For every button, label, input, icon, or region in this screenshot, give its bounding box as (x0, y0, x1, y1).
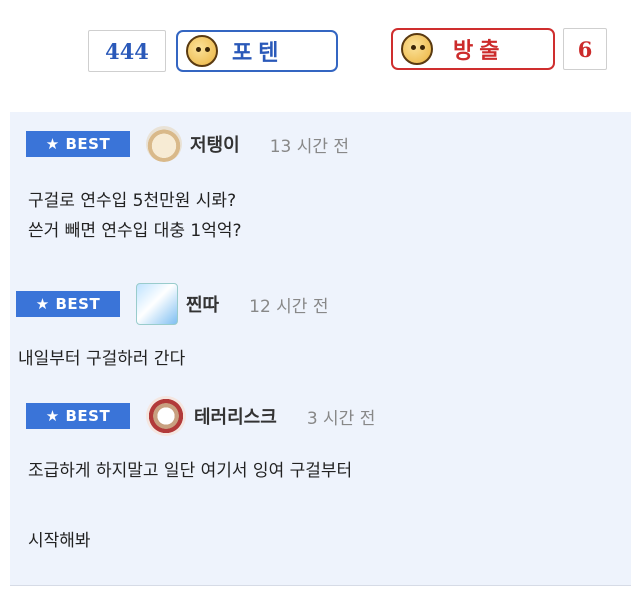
downvote-count: 6 (563, 28, 607, 70)
comment-line: 쓴거 빼면 연수입 대충 1억억? (28, 221, 242, 241)
best-comments-list: ★ BEST 저탱이 13 시간 전 구걸로 연수입 5천만원 시롸? 쓴거 빼… (10, 112, 631, 586)
comment-body: 구걸로 연수입 5천만원 시롸? 쓴거 빼면 연수입 대충 1억억? (28, 186, 631, 246)
downvote-label: 방출 (453, 39, 506, 64)
best-badge: ★ BEST (16, 291, 120, 317)
avatar[interactable] (146, 396, 186, 436)
comment-line: 시작해봐 (28, 531, 91, 551)
comment-line: 구걸로 연수입 5천만원 시롸? (28, 191, 237, 211)
comment-header: ★ BEST 테러리스크 3 시간 전 (10, 396, 631, 436)
comment-author[interactable]: 테러리스크 (194, 403, 277, 429)
comment-time: 12 시간 전 (249, 296, 329, 317)
upvote-label: 포텐 (232, 41, 285, 66)
comment-line: 조급하게 하지말고 일단 여기서 잉여 구걸부터 (28, 461, 353, 481)
upvote-button[interactable]: 포텐 (176, 30, 338, 72)
vote-bar: 444 포텐 방출 6 (0, 0, 631, 100)
upvote-count: 444 (88, 30, 166, 72)
comment-body: 내일부터 구걸하러 간다 (18, 344, 621, 374)
comment-header: ★ BEST 찐따 12 시간 전 (0, 283, 621, 325)
comment-author[interactable]: 저탱이 (190, 131, 240, 157)
comment-line: 내일부터 구걸하러 간다 (18, 349, 186, 369)
thumbs-down-face-icon (401, 33, 433, 65)
downvote-button[interactable]: 방출 (391, 28, 555, 70)
thumbs-up-face-icon (186, 35, 218, 67)
comment-header: ★ BEST 저탱이 13 시간 전 (10, 124, 631, 164)
comment-author[interactable]: 찐따 (186, 291, 219, 317)
avatar[interactable] (146, 126, 182, 162)
comment-spacer (28, 486, 631, 526)
comment-item: ★ BEST 찐따 12 시간 전 내일부터 구걸하러 간다 (0, 283, 621, 374)
avatar[interactable] (136, 283, 178, 325)
best-badge: ★ BEST (26, 403, 130, 429)
comment-item: ★ BEST 테러리스크 3 시간 전 조급하게 하지말고 일단 여기서 잉여 … (10, 396, 631, 556)
best-badge: ★ BEST (26, 131, 130, 157)
comment-time: 3 시간 전 (306, 408, 376, 429)
comment-time: 13 시간 전 (269, 136, 350, 157)
comment-item: ★ BEST 저탱이 13 시간 전 구걸로 연수입 5천만원 시롸? 쓴거 빼… (10, 124, 631, 246)
comment-body: 조급하게 하지말고 일단 여기서 잉여 구걸부터 시작해봐 (28, 456, 631, 556)
